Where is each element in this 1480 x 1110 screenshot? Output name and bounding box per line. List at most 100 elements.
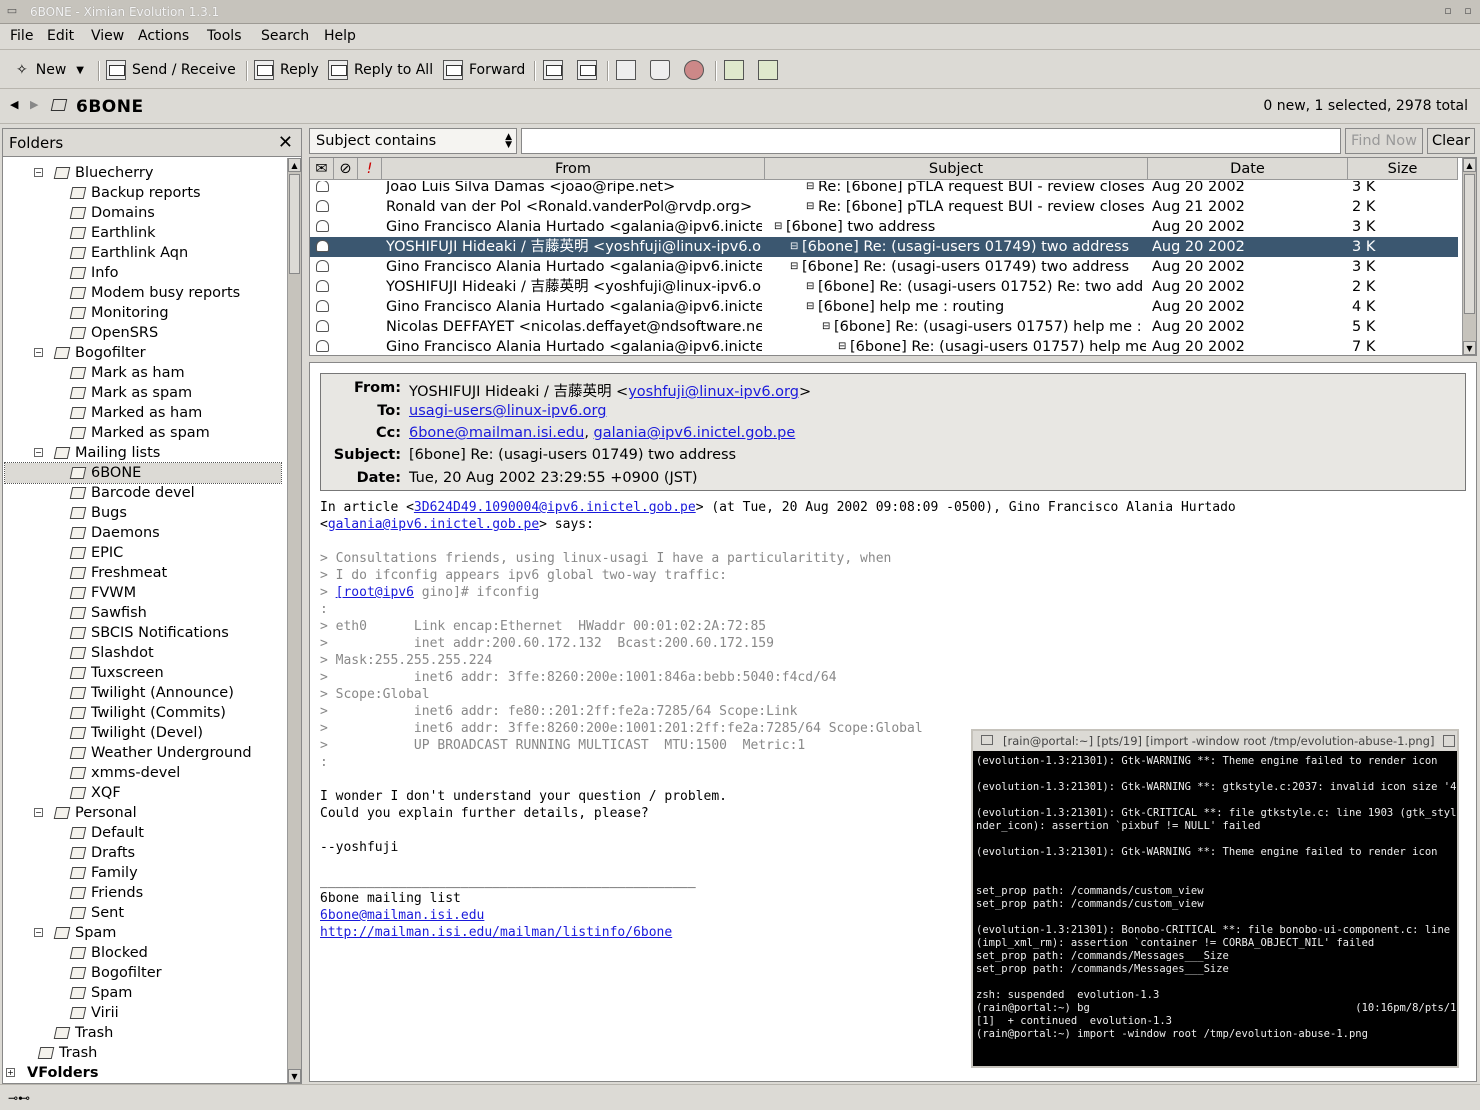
new-button[interactable]: ✧ New ▼	[16, 59, 84, 81]
search-input[interactable]	[521, 128, 1341, 154]
list-info-link[interactable]: http://mailman.isi.edu/mailman/listinfo/…	[320, 925, 672, 940]
author-email-link[interactable]: galania@ipv6.inictel.gob.pe	[328, 517, 539, 532]
clear-button[interactable]: Clear	[1427, 128, 1475, 154]
message-row[interactable]: Gino Francisco Alania Hurtado <galania@i…	[310, 217, 1458, 237]
cc-email-link-2[interactable]: galania@ipv6.inictel.gob.pe	[594, 425, 796, 441]
folder-item[interactable]: XQF	[69, 783, 121, 803]
folder-item[interactable]: − Mailing lists	[34, 443, 160, 463]
title-bar[interactable]: ▭ 6BONE - Ximian Evolution 1.3.1 ▫ ▫	[0, 0, 1480, 24]
folder-item[interactable]: Sent	[69, 903, 124, 923]
menu-tools[interactable]: Tools	[207, 28, 242, 44]
menu-help[interactable]: Help	[324, 28, 356, 44]
folder-item[interactable]: OpenSRS	[69, 323, 158, 343]
find-now-button[interactable]: Find Now	[1345, 128, 1423, 154]
message-row[interactable]: Joao Luis Silva Damas <joao@ripe.net> Re:…	[310, 181, 1458, 197]
menu-actions[interactable]: Actions	[138, 28, 189, 44]
scroll-thumb[interactable]	[1464, 174, 1475, 314]
col-attachment-icon[interactable]: ⊘	[334, 158, 358, 180]
envelope-icon[interactable]	[316, 300, 329, 312]
reply-button[interactable]: Reply	[254, 59, 319, 81]
folder-item[interactable]: Friends	[69, 883, 143, 903]
forward-nav-icon[interactable]: ▶	[30, 98, 38, 111]
collapse-icon[interactable]: −	[34, 448, 43, 457]
folder-item[interactable]: Marked as spam	[69, 423, 210, 443]
collapse-icon[interactable]: −	[34, 168, 43, 177]
folder-scrollbar[interactable]: ▲ ▼	[287, 158, 301, 1083]
folder-item[interactable]: Earthlink	[69, 223, 156, 243]
message-list-scrollbar[interactable]: ▲ ▼	[1462, 158, 1476, 355]
folder-item[interactable]: Blocked	[69, 943, 148, 963]
envelope-icon[interactable]	[316, 240, 329, 252]
forward-button[interactable]: Forward	[443, 59, 525, 81]
terminal-window[interactable]: [rain@portal:~] [pts/19] [import -window…	[971, 729, 1459, 1068]
next-message-button[interactable]	[758, 59, 784, 81]
folder-item[interactable]: Slashdot	[69, 643, 154, 663]
folder-item[interactable]: Info	[69, 263, 118, 283]
menu-search[interactable]: Search	[261, 28, 309, 44]
folder-item[interactable]: Modem busy reports	[69, 283, 240, 303]
folder-item[interactable]: Twilight (Announce)	[69, 683, 234, 703]
folder-item[interactable]: Spam	[69, 983, 132, 1003]
thread-toggle-icon[interactable]: ⊟	[806, 297, 816, 317]
thread-toggle-icon[interactable]: ⊟	[774, 217, 784, 237]
thread-toggle-icon[interactable]: ⊟	[790, 237, 800, 257]
window-menu-icon[interactable]: ▭	[6, 5, 18, 17]
folder-item[interactable]: Virii	[69, 1003, 119, 1023]
to-email-link[interactable]: usagi-users@linux-ipv6.org	[409, 403, 606, 419]
envelope-icon[interactable]	[316, 260, 329, 272]
search-criteria-select[interactable]: Subject contains ▲ ▼	[309, 128, 517, 154]
close-window-icon[interactable]: ▫	[1462, 5, 1474, 17]
move-button[interactable]	[543, 59, 569, 81]
online-status-icon[interactable]: ⊸⊷	[8, 1091, 30, 1105]
folder-item[interactable]: Weather Underground	[69, 743, 252, 763]
message-row[interactable]: Gino Francisco Alania Hurtado <galania@i…	[310, 337, 1458, 355]
send-receive-button[interactable]: Send / Receive	[106, 59, 236, 81]
folder-item[interactable]: Mark as spam	[69, 383, 192, 403]
menu-edit[interactable]: Edit	[47, 28, 74, 44]
envelope-icon[interactable]	[316, 280, 329, 292]
col-from[interactable]: From	[382, 158, 765, 180]
folder-item[interactable]: EPIC	[69, 543, 123, 563]
message-row[interactable]: Gino Francisco Alania Hurtado <galania@i…	[310, 297, 1458, 317]
envelope-icon[interactable]	[316, 320, 329, 332]
terminal-close-icon[interactable]	[1443, 735, 1455, 747]
scroll-thumb[interactable]	[289, 174, 300, 274]
folder-item[interactable]: Backup reports	[69, 183, 201, 203]
folder-item[interactable]: Tuxscreen	[69, 663, 164, 683]
col-priority-icon[interactable]: !	[358, 158, 382, 180]
folder-item[interactable]: xmms-devel	[69, 763, 180, 783]
message-row[interactable]: Nicolas DEFFAYET <nicolas.deffayet@ndsof…	[310, 317, 1458, 337]
from-email-link[interactable]: yoshfuji@linux-ipv6.org	[628, 384, 799, 400]
collapse-icon[interactable]: −	[34, 928, 43, 937]
folder-item[interactable]: − Spam	[34, 923, 116, 943]
col-date[interactable]: Date	[1148, 158, 1348, 180]
scroll-down-icon[interactable]: ▼	[1463, 341, 1476, 355]
envelope-icon[interactable]	[316, 340, 329, 352]
stop-button[interactable]	[684, 59, 710, 81]
message-row[interactable]: YOSHIFUJI Hideaki / 吉藤英明 <yoshfuji@linux…	[310, 237, 1458, 257]
folder-item[interactable]: Trash	[37, 1043, 97, 1063]
collapse-icon[interactable]: −	[34, 808, 43, 817]
folder-item[interactable]: Freshmeat	[69, 563, 167, 583]
thread-toggle-icon[interactable]: ⊟	[806, 197, 816, 217]
print-button[interactable]	[616, 59, 642, 81]
copy-button[interactable]	[577, 59, 603, 81]
scroll-up-icon[interactable]: ▲	[1463, 158, 1476, 172]
folder-item[interactable]: Mark as ham	[69, 363, 185, 383]
quoted-link[interactable]: [root@ipv6	[336, 585, 414, 600]
folder-item[interactable]: − Bogofilter	[34, 343, 146, 363]
folder-item[interactable]: FVWM	[69, 583, 136, 603]
folder-item[interactable]: Earthlink Aqn	[69, 243, 188, 263]
collapse-icon[interactable]: −	[34, 348, 43, 357]
thread-toggle-icon[interactable]: ⊟	[838, 337, 848, 355]
cc-email-link-1[interactable]: 6bone@mailman.isi.edu	[409, 425, 584, 441]
terminal-menu-icon[interactable]	[981, 735, 993, 745]
chevron-down-icon[interactable]: ▼	[76, 65, 84, 76]
folder-item[interactable]: Daemons	[69, 523, 160, 543]
delete-button[interactable]	[650, 59, 676, 81]
folder-item[interactable]: Sawfish	[69, 603, 147, 623]
folder-item[interactable]: Domains	[69, 203, 155, 223]
envelope-icon[interactable]	[316, 220, 329, 232]
folder-item[interactable]: Monitoring	[69, 303, 169, 323]
back-icon[interactable]: ◀	[10, 98, 18, 111]
